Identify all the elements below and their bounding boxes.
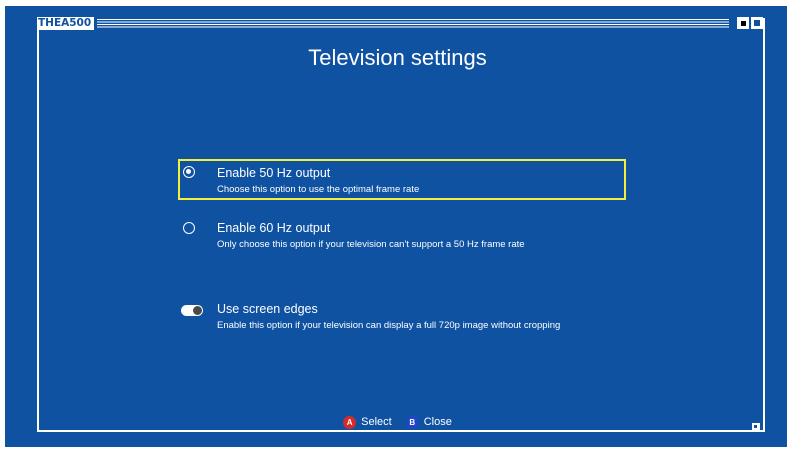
option-screen-edges-description: Enable this option if your television ca… xyxy=(217,320,561,331)
close-hint-label: Close xyxy=(423,416,452,428)
option-screen-edges[interactable]: Use screen edges Enable this option if y… xyxy=(178,296,626,337)
a-button-icon: A xyxy=(343,415,357,429)
titlebar-stripes xyxy=(97,19,729,28)
option-60hz-description: Only choose this option if your televisi… xyxy=(217,239,525,250)
window-title: THEA500 xyxy=(37,17,95,30)
close-hint[interactable]: B Close xyxy=(405,415,452,429)
window-zoom-button[interactable] xyxy=(751,17,763,29)
window-titlebar[interactable]: THEA500 xyxy=(37,17,765,30)
option-60hz-label: Enable 60 Hz output xyxy=(217,221,331,235)
select-hint[interactable]: A Select xyxy=(343,415,392,429)
toggle-on-icon[interactable] xyxy=(181,305,203,316)
option-screen-edges-label: Use screen edges xyxy=(217,302,318,316)
option-50hz-label: Enable 50 Hz output xyxy=(217,166,331,180)
window-depth-button[interactable] xyxy=(737,17,749,29)
option-60hz[interactable]: Enable 60 Hz output Only choose this opt… xyxy=(178,215,626,256)
resize-handle-icon[interactable] xyxy=(752,423,760,431)
footer-hints: A Select B Close xyxy=(0,414,795,430)
page-title: Television settings xyxy=(308,45,487,70)
b-button-icon: B xyxy=(405,415,419,429)
radio-unchecked-icon[interactable] xyxy=(183,222,195,234)
select-hint-label: Select xyxy=(361,416,392,428)
option-50hz-description: Choose this option to use the optimal fr… xyxy=(217,184,420,195)
radio-checked-icon[interactable] xyxy=(183,166,195,178)
option-50hz[interactable]: Enable 50 Hz output Choose this option t… xyxy=(178,159,626,200)
